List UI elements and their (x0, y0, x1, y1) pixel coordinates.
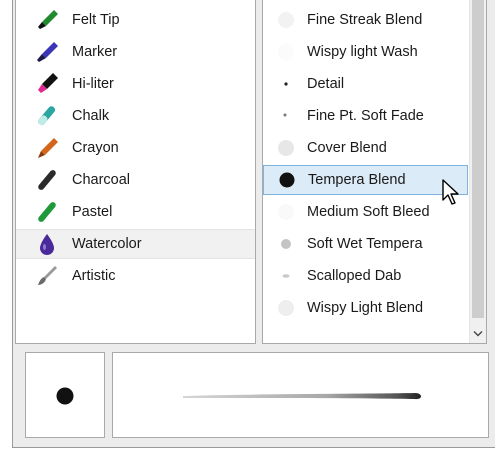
fine-streak-blend-dot-icon (273, 7, 299, 33)
wispy-light-blend-dot-icon (273, 295, 299, 321)
pastel-icon (34, 199, 64, 225)
brush-size-preview (25, 352, 105, 438)
chalk-icon (34, 103, 64, 129)
detail-dot-icon (273, 71, 299, 97)
wispy-light-wash-dot-icon (273, 39, 299, 65)
chevron-down-icon (473, 325, 483, 343)
tool-item-watercolor[interactable]: Watercolor (16, 229, 255, 259)
brush-item-medium-soft-bleed[interactable]: Medium Soft Bleed (263, 197, 468, 227)
artistic-icon (34, 263, 64, 289)
tool-label: Pastel (72, 204, 113, 220)
brush-label: Cover Blend (307, 140, 387, 156)
brush-label: Soft Wet Tempera (307, 236, 423, 252)
medium-soft-bleed-dot-icon (273, 199, 299, 225)
hi-liter-icon (34, 71, 64, 97)
tool-label: Hi-liter (72, 76, 114, 92)
scroll-down-button[interactable] (470, 324, 486, 343)
tool-label: Charcoal (72, 172, 131, 188)
brush-label: Detail (307, 76, 345, 92)
tool-label: Crayon (72, 140, 119, 156)
tool-list[interactable]: Felt Tip Marker Hi-liter Chalk Crayon Ch… (15, 0, 256, 344)
brush-dot-preview-icon (56, 387, 74, 410)
tool-item-charcoal[interactable]: Charcoal (16, 165, 255, 195)
watercolor-icon (34, 231, 64, 257)
cover-blend-dot-icon (273, 135, 299, 161)
tool-item-pastel[interactable]: Pastel (16, 197, 255, 227)
tool-label: Chalk (72, 108, 110, 124)
brush-item-wispy-light-wash[interactable]: Wispy light Wash (263, 37, 468, 67)
crayon-icon (34, 135, 64, 161)
tempera-blend-dot-icon (274, 167, 300, 193)
tool-item-artistic[interactable]: Artistic (16, 261, 255, 291)
tool-item-marker[interactable]: Marker (16, 37, 255, 67)
brush-label: Fine Streak Blend (307, 12, 423, 28)
tool-label: Watercolor (72, 236, 142, 252)
tool-item-chalk[interactable]: Chalk (16, 101, 255, 131)
brush-item-fine-pt-soft-fade[interactable]: Fine Pt. Soft Fade (263, 101, 468, 131)
soft-wet-tempera-dot-icon (273, 231, 299, 257)
brush-stroke-preview-icon (179, 388, 425, 409)
tool-label: Felt Tip (72, 12, 120, 28)
scrollbar-thumb[interactable] (472, 0, 484, 318)
brush-item-soft-wet-tempera[interactable]: Soft Wet Tempera (263, 229, 468, 259)
brush-item-fine-streak-blend[interactable]: Fine Streak Blend (263, 5, 468, 35)
brush-item-scalloped-dab[interactable]: Scalloped Dab (263, 261, 468, 291)
brush-label: Wispy light Wash (307, 44, 418, 60)
tool-label: Artistic (72, 268, 116, 284)
brush-item-tempera-blend[interactable]: Tempera Blend (263, 165, 468, 195)
scalloped-dab-dot-icon (273, 263, 299, 289)
mouse-pointer-icon (441, 178, 461, 211)
brush-label: Wispy Light Blend (307, 300, 424, 316)
brush-item-detail[interactable]: Detail (263, 69, 468, 99)
brush-stroke-preview (112, 352, 489, 438)
tool-item-hi-liter[interactable]: Hi-liter (16, 69, 255, 99)
brush-label: Fine Pt. Soft Fade (307, 108, 424, 124)
tool-item-crayon[interactable]: Crayon (16, 133, 255, 163)
brush-label: Medium Soft Bleed (307, 204, 430, 220)
brush-list[interactable]: Fine Streak Blend Wispy light Wash Detai… (262, 0, 487, 344)
brush-item-cover-blend[interactable]: Cover Blend (263, 133, 468, 163)
brush-label: Scalloped Dab (307, 268, 402, 284)
brush-label: Tempera Blend (308, 172, 406, 188)
brush-list-scrollbar[interactable] (469, 0, 486, 343)
brush-item-wispy-light-blend[interactable]: Wispy Light Blend (263, 293, 468, 323)
tool-label: Marker (72, 44, 118, 60)
marker-icon (34, 39, 64, 65)
fine-pt-soft-fade-dot-icon (273, 103, 299, 129)
felt-tip-icon (34, 7, 64, 33)
charcoal-icon (34, 167, 64, 193)
tool-item-felt-tip[interactable]: Felt Tip (16, 5, 255, 35)
